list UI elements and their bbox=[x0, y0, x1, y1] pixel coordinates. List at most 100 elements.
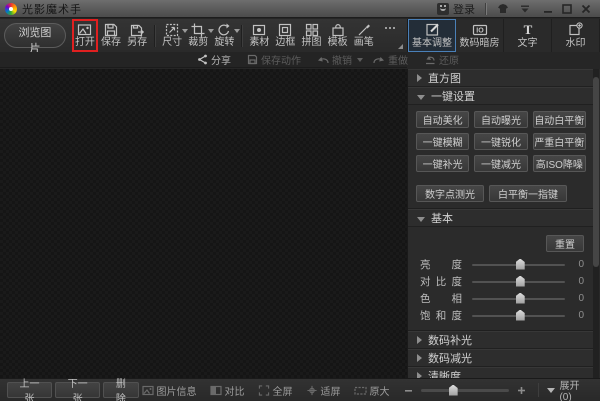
severe-white-balance-button[interactable]: 严重白平衡 bbox=[532, 133, 586, 150]
image-canvas bbox=[0, 69, 407, 378]
rotate-dropdown-caret[interactable] bbox=[234, 29, 241, 33]
collage-grid-icon bbox=[305, 22, 319, 37]
auto-white-balance-button[interactable]: 自动白平衡 bbox=[532, 111, 586, 128]
previous-image-button[interactable]: 上一张 bbox=[7, 379, 53, 401]
slider-thumb[interactable] bbox=[515, 292, 525, 304]
material-button[interactable]: 素材 bbox=[247, 20, 271, 51]
zoom-out-icon[interactable] bbox=[404, 386, 413, 395]
section-basic[interactable]: 基本 bbox=[408, 209, 594, 227]
action-bar: 分享 保存动作 撤销 重做 还原 bbox=[0, 52, 459, 68]
restore-button[interactable]: 还原 bbox=[424, 52, 459, 67]
collage-button[interactable]: 拼图 bbox=[299, 20, 323, 51]
zoom-slider-thumb[interactable] bbox=[448, 384, 458, 396]
digital-spot-metering-button[interactable]: 数字点测光 bbox=[416, 185, 484, 202]
collapsed-arrow-icon bbox=[417, 336, 422, 344]
image-info-button[interactable]: 图片信息 bbox=[141, 383, 197, 398]
redo-button[interactable]: 重做 bbox=[373, 52, 408, 67]
rotate-button[interactable]: 旋转 bbox=[212, 20, 241, 51]
minimize-button[interactable] bbox=[538, 0, 557, 18]
material-icon bbox=[252, 22, 266, 37]
app-logo-icon bbox=[5, 2, 17, 15]
original-size-button[interactable]: 原大 bbox=[353, 383, 390, 398]
zoom-in-icon[interactable] bbox=[517, 386, 526, 395]
border-frame-icon bbox=[278, 22, 292, 37]
resize-icon bbox=[165, 22, 179, 37]
toolbar-divider bbox=[241, 24, 243, 47]
tab-text[interactable]: T 文字 bbox=[504, 19, 552, 52]
brush-button[interactable]: 画笔 bbox=[352, 20, 376, 51]
delete-image-button[interactable]: 删除 bbox=[103, 379, 139, 401]
auto-exposure-button[interactable]: 自动曝光 bbox=[474, 111, 528, 128]
close-button[interactable] bbox=[576, 0, 595, 18]
collapsed-arrow-icon bbox=[417, 354, 422, 362]
section-onekey-settings[interactable]: 一键设置 bbox=[408, 87, 594, 105]
fit-screen-button[interactable]: 适屏 bbox=[306, 383, 341, 398]
skin-icon[interactable] bbox=[494, 0, 512, 18]
text-icon: T bbox=[521, 22, 535, 38]
onekey-dim-light-button[interactable]: 一键减光 bbox=[474, 155, 528, 172]
expanded-arrow-icon bbox=[417, 216, 425, 222]
undo-button[interactable]: 撤销 bbox=[317, 52, 363, 67]
compare-button[interactable]: 对比 bbox=[209, 383, 245, 398]
crop-icon bbox=[191, 22, 205, 37]
open-button[interactable]: 打开 bbox=[71, 19, 99, 52]
save-icon bbox=[104, 22, 118, 37]
zoom-slider[interactable] bbox=[420, 384, 509, 396]
share-button[interactable]: 分享 bbox=[197, 52, 231, 67]
section-digital-dim-light[interactable]: 数码减光 bbox=[408, 349, 594, 367]
expand-tray-button[interactable]: 展开 (0) bbox=[547, 377, 593, 401]
brightness-slider[interactable] bbox=[472, 258, 565, 270]
browse-images-button[interactable]: 浏览图片 bbox=[4, 23, 66, 55]
adjust-panel: 直方图 一键设置 自动美化 自动曝光 自动白平衡 一键模糊 一键锐化 严重白平衡… bbox=[407, 69, 600, 378]
high-iso-denoise-button[interactable]: 高ISO降噪 bbox=[532, 155, 586, 172]
section-digital-fill-light[interactable]: 数码补光 bbox=[408, 331, 594, 349]
contrast-slider-row: 对比度 0 bbox=[420, 275, 584, 288]
tab-digital-darkroom[interactable]: IO 数码暗房 bbox=[456, 19, 504, 52]
panel-scrollbar[interactable] bbox=[593, 69, 599, 378]
hue-slider[interactable] bbox=[472, 292, 565, 304]
scrollbar-thumb[interactable] bbox=[593, 77, 599, 267]
template-button[interactable]: 模板 bbox=[326, 20, 350, 51]
tab-watermark[interactable]: 水印 bbox=[552, 19, 600, 52]
saturation-slider-row: 饱和度 0 bbox=[420, 309, 584, 322]
onekey-settings-content: 自动美化 自动曝光 自动白平衡 一键模糊 一键锐化 严重白平衡 一键补光 一键减… bbox=[408, 105, 594, 209]
save-action-button[interactable]: 保存动作 bbox=[247, 52, 301, 67]
onekey-fill-light-button[interactable]: 一键补光 bbox=[416, 155, 470, 172]
border-button[interactable]: 边框 bbox=[273, 20, 297, 51]
user-avatar-icon bbox=[437, 2, 449, 15]
saturation-slider[interactable] bbox=[472, 309, 565, 321]
contrast-slider[interactable] bbox=[472, 275, 565, 287]
section-histogram[interactable]: 直方图 bbox=[408, 69, 594, 87]
hue-slider-row: 色相 0 bbox=[420, 292, 584, 305]
app-window: 光影魔术手 登录 浏览图片 打开 保存 另存 尺寸 裁剪 旋转 素材 边框 拼图… bbox=[0, 0, 600, 401]
open-image-icon bbox=[77, 22, 92, 37]
save-as-icon bbox=[130, 22, 145, 37]
undo-dropdown-caret[interactable] bbox=[357, 57, 363, 62]
resize-button[interactable]: 尺寸 bbox=[160, 20, 189, 51]
titlebar: 光影魔术手 登录 bbox=[0, 0, 600, 18]
menu-dropdown-icon[interactable] bbox=[516, 0, 534, 18]
slider-thumb[interactable] bbox=[515, 258, 525, 270]
tab-basic-adjust[interactable]: 基本调整 bbox=[408, 19, 456, 52]
more-icon bbox=[383, 22, 397, 37]
auto-beautify-button[interactable]: 自动美化 bbox=[416, 111, 470, 128]
save-as-button[interactable]: 另存 bbox=[125, 20, 149, 51]
onekey-sharpen-button[interactable]: 一键锐化 bbox=[474, 133, 528, 150]
rotate-icon bbox=[217, 22, 231, 37]
slider-thumb[interactable] bbox=[515, 309, 525, 321]
save-button[interactable]: 保存 bbox=[99, 20, 123, 51]
app-title: 光影魔术手 bbox=[22, 3, 82, 16]
onekey-blur-button[interactable]: 一键模糊 bbox=[416, 133, 470, 150]
basic-content: 重置 亮度 0 对比度 0 色相 0 饱和度 0 bbox=[408, 227, 594, 331]
toolbar-expand-corner[interactable] bbox=[398, 44, 403, 49]
reset-button[interactable]: 重置 bbox=[546, 235, 584, 252]
crop-button[interactable]: 裁剪 bbox=[186, 20, 215, 51]
next-image-button[interactable]: 下一张 bbox=[55, 379, 101, 401]
maximize-button[interactable] bbox=[557, 0, 576, 18]
fullscreen-button[interactable]: 全屏 bbox=[258, 383, 293, 398]
slider-thumb[interactable] bbox=[515, 275, 525, 287]
titlebar-divider bbox=[485, 2, 486, 15]
svg-text:T: T bbox=[523, 22, 532, 37]
login-button[interactable]: 登录 bbox=[453, 1, 475, 17]
white-balance-one-touch-button[interactable]: 白平衡一指键 bbox=[489, 185, 567, 202]
